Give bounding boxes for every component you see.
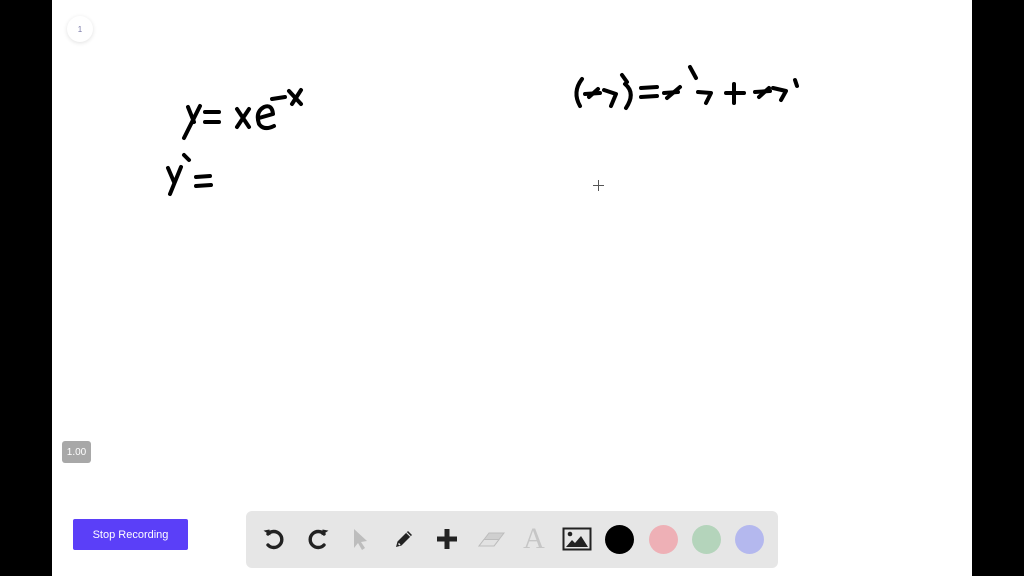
color-swatch-black[interactable]	[605, 525, 634, 554]
redo-icon	[308, 529, 329, 550]
select-tool-button[interactable]	[344, 523, 376, 555]
eraser-tool-button[interactable]	[475, 523, 507, 555]
text-tool-button[interactable]: A	[518, 523, 550, 555]
whiteboard-canvas[interactable]	[52, 0, 972, 576]
text-icon: A	[523, 522, 545, 555]
redo-button[interactable]	[302, 523, 334, 555]
color-swatch-pink[interactable]	[649, 525, 678, 554]
color-swatch-green[interactable]	[692, 525, 721, 554]
cursor-arrow-icon	[354, 529, 367, 550]
crosshair-cursor-icon	[593, 180, 604, 191]
plus-icon	[437, 529, 457, 549]
eraser-icon	[477, 532, 506, 547]
undo-icon	[263, 529, 284, 550]
color-swatch-blue[interactable]	[735, 525, 764, 554]
pencil-icon	[396, 531, 412, 547]
page-number: 1	[77, 24, 83, 34]
page-number-badge[interactable]: 1	[67, 16, 93, 42]
drawing-toolbar: A	[246, 511, 778, 568]
add-tool-button[interactable]	[431, 523, 463, 555]
zoom-level: 1.00	[66, 446, 87, 458]
stop-recording-button[interactable]: Stop Recording	[73, 519, 188, 550]
image-tool-button[interactable]	[561, 523, 593, 555]
pen-tool-button[interactable]	[388, 523, 420, 555]
image-icon	[562, 527, 592, 551]
zoom-level-badge[interactable]: 1.00	[62, 441, 91, 463]
undo-button[interactable]	[258, 523, 290, 555]
